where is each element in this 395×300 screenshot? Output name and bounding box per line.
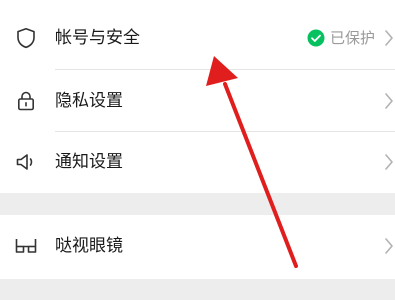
settings-item-label: 哒视眼镜: [55, 236, 123, 256]
chevron-right-icon: [385, 154, 393, 170]
settings-item-account-security[interactable]: 帐号与安全 已保护: [0, 8, 395, 70]
lock-icon: [18, 91, 34, 111]
settings-item-label: 通知设置: [55, 152, 123, 172]
settings-item-label: 帐号与安全: [55, 28, 140, 48]
chevron-right-icon: [385, 30, 393, 46]
shield-icon: [17, 28, 35, 49]
chevron-right-icon: [385, 238, 393, 254]
settings-item-glasses[interactable]: 哒视眼镜: [0, 216, 395, 278]
settings-item-label: 隐私设置: [55, 91, 123, 111]
chevron-right-icon: [385, 93, 393, 109]
glasses-icon: [15, 239, 37, 253]
speaker-icon: [16, 154, 33, 170]
protection-status: 已保护: [307, 26, 375, 50]
settings-item-notifications[interactable]: 通知设置: [0, 132, 395, 194]
status-text: 已保护: [329, 29, 375, 47]
settings-item-privacy[interactable]: 隐私设置: [0, 70, 395, 132]
settings-group-main: 帐号与安全 已保护 隐私设置 通知设置: [0, 0, 395, 193]
settings-screen: 帐号与安全 已保护 隐私设置 通知设置 哒视眼镜: [0, 0, 395, 300]
check-circle-icon: [307, 29, 325, 47]
settings-group-secondary: 哒视眼镜: [0, 215, 395, 279]
